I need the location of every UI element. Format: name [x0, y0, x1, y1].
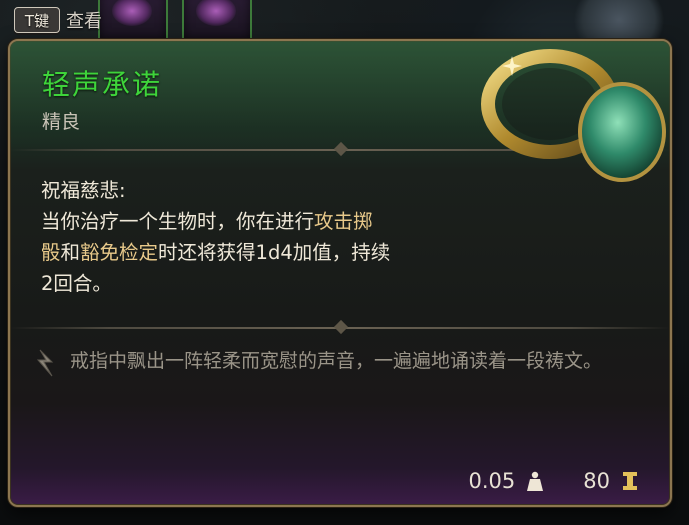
weight-icon — [527, 471, 544, 491]
divider-notch — [333, 319, 349, 335]
item-thumbnail — [112, 0, 152, 26]
keyword-attack-roll[interactable]: 攻击掷 — [314, 210, 373, 233]
quill-icon — [36, 349, 54, 377]
ability-text: 时还将获得1d4加值，持续 — [158, 241, 391, 264]
item-thumbnail — [196, 0, 236, 26]
ability-description: 祝福慈悲: 当你治疗一个生物时，你在进行攻击掷 骰和豁免检定时还将获得1d4加值… — [41, 175, 501, 299]
inspect-hint[interactable]: T键 查看 — [14, 3, 102, 37]
inspect-hint-label: 查看 — [66, 11, 102, 32]
ability-text: 当你治疗一个生物时，你在进行 — [41, 210, 315, 233]
ability-line: 骰和豁免检定时还将获得1d4加值，持续 — [41, 237, 501, 268]
item-rarity: 精良 — [42, 111, 81, 133]
item-name: 轻声承诺 — [42, 68, 163, 101]
flavor-section: 戒指中飘出一阵轻柔而宽慰的声音，一遍遍地诵读着一段祷文。 — [34, 346, 654, 380]
flavor-text: 戒指中飘出一阵轻柔而宽慰的声音，一遍遍地诵读着一段祷文。 — [70, 350, 603, 372]
keycap-t: T键 — [14, 7, 60, 33]
ability-line: 当你治疗一个生物时，你在进行攻击掷 — [41, 206, 501, 237]
item-stats: 0.05 80 — [469, 469, 641, 493]
keyword-saving-throw[interactable]: 豁免检定 — [80, 241, 158, 264]
item-tooltip: 轻声承诺 精良 祝福慈悲: 当你治疗一个生物时，你在进行攻击掷 骰和豁免检定时还… — [8, 39, 672, 507]
ability-text: 和 — [60, 241, 81, 264]
item-weight: 0.05 — [468, 469, 516, 493]
gold-icon — [623, 472, 637, 490]
item-value: 80 — [583, 469, 610, 493]
ability-line: 2回合。 — [41, 272, 112, 295]
inventory-slot[interactable] — [182, 0, 252, 42]
keyword-attack-roll[interactable]: 骰 — [41, 241, 61, 264]
ability-title: 祝福慈悲: — [41, 179, 126, 202]
inventory-slot[interactable] — [98, 0, 168, 42]
